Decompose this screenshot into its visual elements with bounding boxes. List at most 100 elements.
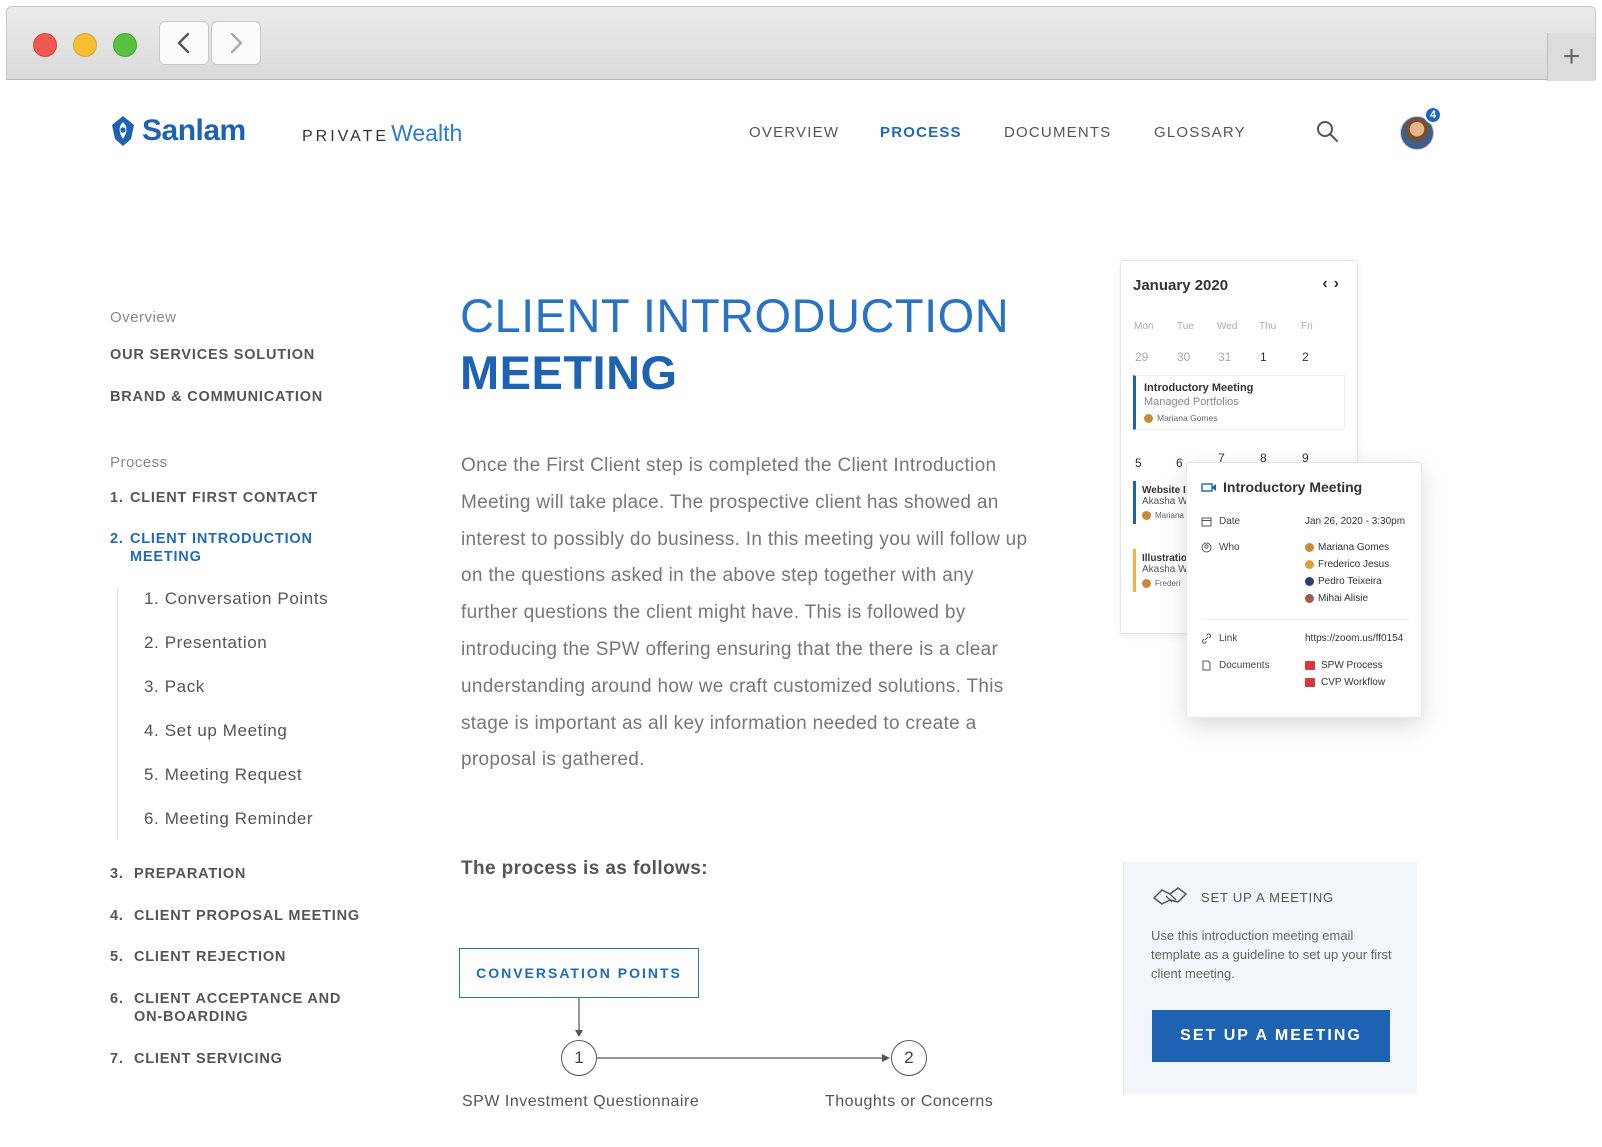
calendar-dow: Fri xyxy=(1301,321,1313,332)
nav-documents[interactable]: DOCUMENTS xyxy=(1004,124,1111,141)
forward-button[interactable] xyxy=(211,21,261,65)
step-1-marker: 1 xyxy=(561,1040,597,1076)
sidebar-item-client-rejection[interactable]: 5. CLIENT REJECTION xyxy=(110,948,286,966)
back-button[interactable] xyxy=(159,21,209,65)
calendar-day: 30 xyxy=(1177,350,1191,364)
close-window-button[interactable] xyxy=(33,33,57,57)
event-subtitle: Akasha W xyxy=(1142,496,1187,507)
page-title-emphasis: MEETING xyxy=(460,346,678,399)
document-link[interactable]: CVP Workflow xyxy=(1305,677,1385,688)
submenu-meeting-reminder[interactable]: 6. Meeting Reminder xyxy=(144,809,313,829)
step-2-marker: 2 xyxy=(891,1040,927,1076)
submenu-meeting-request[interactable]: 5. Meeting Request xyxy=(144,765,302,785)
attendee-name: Frederico Jesus xyxy=(1318,559,1390,570)
sub-brand-wealth: Wealth xyxy=(391,120,463,146)
sub-brand-private: PRIVATE xyxy=(302,128,390,145)
sidebar-item-label-cont: MEETING xyxy=(130,549,202,565)
document-link[interactable]: SPW Process xyxy=(1305,660,1383,671)
brand-name: Sanlam xyxy=(142,114,246,147)
attendee: Mihai Alisie xyxy=(1305,593,1368,604)
brand-logo[interactable]: Sanlam xyxy=(110,114,246,148)
minimize-window-button[interactable] xyxy=(73,33,97,57)
sidebar-item-label-cont: ON-BOARDING xyxy=(134,1009,249,1025)
setup-heading: SET UP A MEETING xyxy=(1201,890,1334,905)
attendee-name: Mariana Gomes xyxy=(1318,542,1390,553)
chevron-right-icon[interactable]: › xyxy=(1334,275,1345,292)
sidebar-item-client-servicing[interactable]: 7. CLIENT SERVICING xyxy=(110,1050,283,1068)
sidebar-item-services-solution[interactable]: OUR SERVICES SOLUTION xyxy=(110,346,315,364)
submenu-divider xyxy=(117,588,118,840)
calendar-event-website[interactable]: Website I Akasha W Mariana xyxy=(1133,481,1193,524)
calendar-day: 6 xyxy=(1176,456,1183,470)
sidebar-item-client-first-contact[interactable]: 1. CLIENT FIRST CONTACT xyxy=(110,489,318,507)
document-icon xyxy=(1202,660,1211,671)
people-icon xyxy=(1201,542,1212,553)
browser-toolbar: + xyxy=(6,6,1596,81)
person-avatar xyxy=(1142,579,1151,588)
step-1-label: SPW Investment Questionnaire xyxy=(462,1093,700,1110)
calendar-dow: Mon xyxy=(1134,321,1154,332)
popup-divider xyxy=(1201,619,1409,620)
person-avatar xyxy=(1144,413,1153,423)
sidebar-item-number: 4. xyxy=(110,908,124,924)
sidebar-item-client-acceptance[interactable]: 6. CLIENT ACCEPTANCE AND ON-BOARDING xyxy=(110,990,341,1026)
sidebar-item-number: 1. xyxy=(110,490,124,506)
sidebar-overview-label: Overview xyxy=(110,309,177,326)
sidebar-item-number: 6. xyxy=(110,991,124,1007)
chevron-left-icon[interactable]: ‹ xyxy=(1322,275,1333,292)
documents-label: Documents xyxy=(1219,660,1270,671)
event-person: Mariana Gomes xyxy=(1157,413,1218,423)
maximize-window-button[interactable] xyxy=(113,33,137,57)
popup-title: Introductory Meeting xyxy=(1223,479,1363,495)
nav-glossary[interactable]: GLOSSARY xyxy=(1154,124,1246,141)
meeting-link[interactable]: https://zoom.us/ff0154 xyxy=(1305,633,1403,644)
sanlam-shield-icon xyxy=(112,116,134,146)
calendar-icon xyxy=(1201,517,1212,527)
calendar-day: 29 xyxy=(1135,350,1149,364)
event-title: Introductory Meeting xyxy=(1144,382,1254,394)
private-wealth-logo: PRIVATE Wealth xyxy=(302,120,462,147)
calendar-nav-arrows[interactable]: ‹› xyxy=(1322,275,1345,293)
document-name: SPW Process xyxy=(1321,660,1383,671)
sidebar-item-label: CLIENT PROPOSAL MEETING xyxy=(134,908,360,924)
process-heading: The process is as follows: xyxy=(461,858,708,879)
sidebar-item-brand-communication[interactable]: BRAND & COMMUNICATION xyxy=(110,388,323,406)
set-up-meeting-button[interactable]: SET UP A MEETING xyxy=(1152,1010,1390,1062)
sidebar-item-client-proposal-meeting[interactable]: 4. CLIENT PROPOSAL MEETING xyxy=(110,907,360,925)
calendar-dow: Tue xyxy=(1177,321,1194,332)
calendar-event-introductory[interactable]: Introductory Meeting Managed Portfolios … xyxy=(1133,375,1345,430)
attendee: Frederico Jesus xyxy=(1305,559,1389,570)
calendar-event-illustration[interactable]: Illustratio Akasha W Frederi xyxy=(1133,549,1193,592)
nav-process[interactable]: PROCESS xyxy=(880,124,962,141)
submenu-conversation-points[interactable]: 1. Conversation Points xyxy=(144,589,328,609)
event-title: Website I xyxy=(1142,485,1186,496)
link-icon xyxy=(1201,633,1212,644)
sidebar-item-label: PREPARATION xyxy=(134,866,247,882)
conversation-points-box[interactable]: CONVERSATION POINTS xyxy=(459,948,699,998)
date-label: Date xyxy=(1219,516,1241,527)
sidebar-item-label: CLIENT SERVICING xyxy=(134,1051,283,1067)
sidebar-item-number: 2. xyxy=(110,531,124,547)
new-tab-button[interactable]: + xyxy=(1547,33,1595,81)
submenu-pack[interactable]: 3. Pack xyxy=(144,677,205,697)
submenu-presentation[interactable]: 2. Presentation xyxy=(144,633,267,653)
submenu-set-up-meeting[interactable]: 4. Set up Meeting xyxy=(144,721,287,741)
setup-description: Use this introduction meeting email temp… xyxy=(1151,928,1392,981)
setup-meeting-card: SET UP A MEETING Use this introduction m… xyxy=(1123,862,1417,1094)
sidebar-item-client-introduction-meeting[interactable]: 2. CLIENT INTRODUCTION MEETING xyxy=(110,530,313,566)
calendar-day: 5 xyxy=(1135,456,1142,470)
notification-badge: 4 xyxy=(1424,106,1442,124)
sidebar-item-label: CLIENT INTRODUCTION xyxy=(130,531,313,547)
search-icon[interactable] xyxy=(1314,118,1340,144)
sidebar-item-label: CLIENT ACCEPTANCE AND xyxy=(134,991,342,1007)
sidebar-item-label: CLIENT FIRST CONTACT xyxy=(130,490,319,506)
attendee-name: Pedro Teixeira xyxy=(1318,576,1382,587)
nav-overview[interactable]: OVERVIEW xyxy=(749,124,839,141)
attendee: Pedro Teixeira xyxy=(1305,576,1382,587)
sidebar-item-preparation[interactable]: 3. PREPARATION xyxy=(110,865,246,883)
video-call-icon xyxy=(1201,483,1216,492)
step-2-label: Thoughts or Concerns xyxy=(825,1093,994,1110)
calendar-dow: Thu xyxy=(1259,321,1277,332)
event-title: Illustratio xyxy=(1142,553,1187,564)
pdf-icon xyxy=(1305,661,1315,670)
